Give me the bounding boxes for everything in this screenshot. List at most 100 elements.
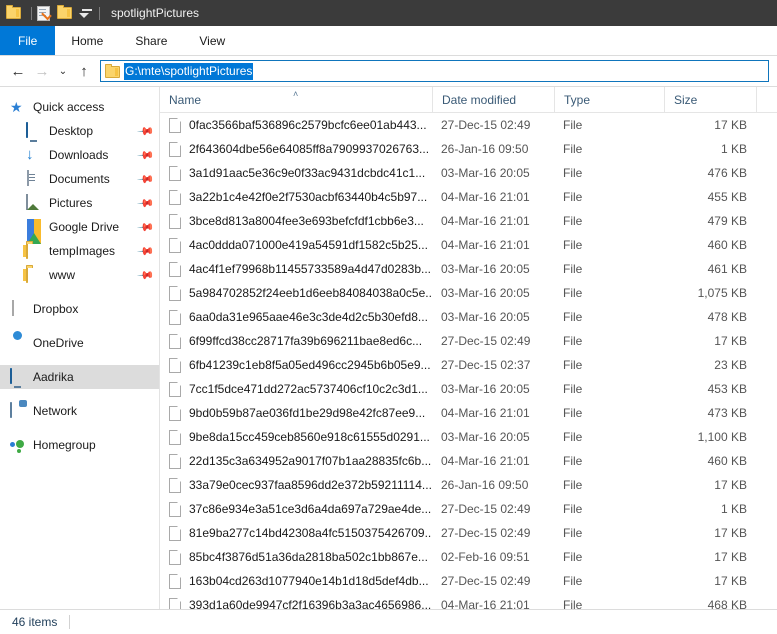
- folder-icon[interactable]: [6, 5, 22, 21]
- pin-icon[interactable]: 📌: [137, 146, 156, 164]
- sidebar-item-label: Documents: [49, 172, 110, 186]
- file-name-cell: 6f99ffcd38cc28717fa39b696211bae8ed6c...: [160, 333, 432, 349]
- pin-icon[interactable]: 📌: [137, 170, 156, 188]
- sidebar-item-label: Quick access: [33, 100, 105, 114]
- sidebar-item-www[interactable]: www 📌: [0, 263, 159, 287]
- file-name-cell: 37c86e934e3a51ce3d6a4da697a729ae4de...: [160, 501, 432, 517]
- table-row[interactable]: 393d1a60de9947cf2f16396b3a3ac4656986... 0…: [160, 593, 777, 609]
- file-type-cell: File: [563, 382, 583, 396]
- sidebar-item-pictures[interactable]: Pictures 📌: [0, 191, 159, 215]
- table-row[interactable]: 4ac0ddda071000e419a54591df1582c5b25... 04…: [160, 233, 777, 257]
- pin-icon[interactable]: 📌: [137, 218, 156, 236]
- google-drive-icon: [26, 219, 42, 244]
- table-row[interactable]: 81e9ba277c14bd42308a4fc5150375426709... 2…: [160, 521, 777, 545]
- table-row[interactable]: 9bd0b59b87ae036fd1be29d98e42fc87ee9... 04…: [160, 401, 777, 425]
- table-row[interactable]: 37c86e934e3a51ce3d6a4da697a729ae4de... 27…: [160, 497, 777, 521]
- file-name-cell: 22d135c3a634952a9017f07b1aa28835fc6b...: [160, 453, 432, 469]
- file-size-cell: 1,075 KB: [697, 286, 747, 300]
- file-date-cell: 27-Dec-15 02:49: [441, 118, 531, 132]
- tab-share[interactable]: Share: [119, 26, 183, 55]
- recent-locations-button[interactable]: ⌄: [54, 59, 72, 83]
- column-header-type[interactable]: Type: [554, 87, 664, 112]
- pin-icon[interactable]: 📌: [137, 242, 156, 260]
- tab-home[interactable]: Home: [55, 26, 119, 55]
- pin-icon[interactable]: 📌: [137, 122, 156, 140]
- table-row[interactable]: 2f643604dbe56e64085ff8a7909937026763... 2…: [160, 137, 777, 161]
- sidebar-item-onedrive[interactable]: OneDrive: [0, 331, 159, 355]
- table-row[interactable]: 33a79e0cec937faa8596dd2e372b59211114... 2…: [160, 473, 777, 497]
- sidebar-item-documents[interactable]: Documents 📌: [0, 167, 159, 191]
- file-name-label: 6fb41239c1eb8f5a05ed496cc2945b6b05e9...: [189, 358, 431, 372]
- table-row[interactable]: 9be8da15cc459ceb8560e918c61555d0291... 03…: [160, 425, 777, 449]
- table-row[interactable]: 0fac3566baf536896c2579bcfc6ee01ab443... 2…: [160, 113, 777, 137]
- sidebar-item-tempimages[interactable]: tempImages 📌: [0, 239, 159, 263]
- file-name-cell: 6aa0da31e965aae46e3c3de4d2c5b30efd8...: [160, 309, 432, 325]
- file-size-cell: 1,100 KB: [697, 430, 747, 444]
- file-name-cell: 7cc1f5dce471dd272ac5737406cf10c2c3d1...: [160, 381, 432, 397]
- file-size-cell: 460 KB: [707, 454, 747, 468]
- sidebar-item-quick-access[interactable]: ★ Quick access: [0, 95, 159, 119]
- table-row[interactable]: 6aa0da31e965aae46e3c3de4d2c5b30efd8... 03…: [160, 305, 777, 329]
- sidebar-item-dropbox[interactable]: Dropbox: [0, 297, 159, 321]
- column-header-name[interactable]: Name ˄: [160, 87, 432, 112]
- table-row[interactable]: 163b04cd263d1077940e14b1d18d5def4db... 27…: [160, 569, 777, 593]
- file-name-cell: 9be8da15cc459ceb8560e918c61555d0291...: [160, 429, 432, 445]
- sidebar-item-homegroup[interactable]: Homegroup: [0, 433, 159, 457]
- back-button[interactable]: ←: [6, 59, 30, 83]
- file-date-cell: 04-Mar-16 21:01: [441, 406, 530, 420]
- file-date-cell: 04-Mar-16 21:01: [441, 190, 530, 204]
- file-name-label: 9bd0b59b87ae036fd1be29d98e42fc87ee9...: [189, 406, 426, 420]
- sidebar-item-desktop[interactable]: Desktop 📌: [0, 119, 159, 143]
- file-name-label: 3a22b1c4e42f0e2f7530acbf63440b4c5b97...: [189, 190, 428, 204]
- file-name-label: 3a1d91aac5e36c9e0f33ac9431dcbdc41c1...: [189, 166, 426, 180]
- file-list-pane: Name ˄ Date modified Type Size 0fac3566b…: [160, 87, 777, 609]
- homegroup-icon: [10, 439, 26, 453]
- sidebar-item-aadrika[interactable]: Aadrika: [0, 365, 159, 389]
- column-header-date-modified[interactable]: Date modified: [432, 87, 554, 112]
- file-type-cell: File: [563, 550, 583, 564]
- file-size-cell: 1 KB: [720, 502, 747, 516]
- sidebar-item-network[interactable]: Network: [0, 399, 159, 423]
- cloud-icon: [10, 335, 26, 351]
- table-row[interactable]: 5a984702852f24eeb1d6eeb84084038a0c5e... 0…: [160, 281, 777, 305]
- table-row[interactable]: 3a22b1c4e42f0e2f7530acbf63440b4c5b97... 0…: [160, 185, 777, 209]
- file-type-cell: File: [563, 406, 583, 420]
- table-row[interactable]: 6fb41239c1eb8f5a05ed496cc2945b6b05e9... 2…: [160, 353, 777, 377]
- table-row[interactable]: 7cc1f5dce471dd272ac5737406cf10c2c3d1... 0…: [160, 377, 777, 401]
- up-button[interactable]: ↑: [72, 59, 96, 83]
- pin-icon[interactable]: 📌: [137, 266, 156, 284]
- properties-icon[interactable]: [37, 5, 53, 21]
- this-pc-icon: [10, 368, 26, 385]
- file-name-label: 0fac3566baf536896c2579bcfc6ee01ab443...: [189, 118, 427, 132]
- table-row[interactable]: 4ac4f1ef79968b11455733589a4d47d0283b... 0…: [160, 257, 777, 281]
- sidebar-item-downloads[interactable]: ↓ Downloads 📌: [0, 143, 159, 167]
- file-type-cell: File: [563, 166, 583, 180]
- column-header-size[interactable]: Size: [664, 87, 756, 112]
- star-icon: ★: [10, 99, 23, 115]
- file-icon: [169, 357, 181, 373]
- file-rows: 0fac3566baf536896c2579bcfc6ee01ab443... 2…: [160, 113, 777, 609]
- file-name-label: 6f99ffcd38cc28717fa39b696211bae8ed6c...: [189, 334, 423, 348]
- tab-file[interactable]: File: [0, 26, 56, 55]
- customize-chevron-icon[interactable]: [79, 8, 94, 18]
- file-size-cell: 473 KB: [707, 406, 747, 420]
- file-icon: [169, 261, 181, 277]
- file-name-cell: 33a79e0cec937faa8596dd2e372b59211114...: [160, 477, 432, 493]
- table-row[interactable]: 85bc4f3876d51a36da2818ba502c1bb867e... 02…: [160, 545, 777, 569]
- tab-view[interactable]: View: [183, 26, 241, 55]
- file-icon: [169, 381, 181, 397]
- sidebar-item-google-drive[interactable]: Google Drive 📌: [0, 215, 159, 244]
- new-folder-icon[interactable]: [57, 5, 73, 21]
- table-row[interactable]: 3a1d91aac5e36c9e0f33ac9431dcbdc41c1... 03…: [160, 161, 777, 185]
- table-row[interactable]: 22d135c3a634952a9017f07b1aa28835fc6b... 0…: [160, 449, 777, 473]
- file-name-cell: 4ac0ddda071000e419a54591df1582c5b25...: [160, 237, 432, 253]
- file-icon: [169, 597, 181, 609]
- folder-icon: [26, 242, 42, 260]
- file-date-cell: 03-Mar-16 20:05: [441, 166, 530, 180]
- address-input[interactable]: G:\mte\spotlightPictures: [100, 60, 769, 82]
- forward-button[interactable]: →: [30, 59, 54, 83]
- table-row[interactable]: 3bce8d813a8004fee3e693befcfdf1cbb6e3... 0…: [160, 209, 777, 233]
- table-row[interactable]: 6f99ffcd38cc28717fa39b696211bae8ed6c... 2…: [160, 329, 777, 353]
- pin-icon[interactable]: 📌: [137, 194, 156, 212]
- file-type-cell: File: [563, 598, 583, 609]
